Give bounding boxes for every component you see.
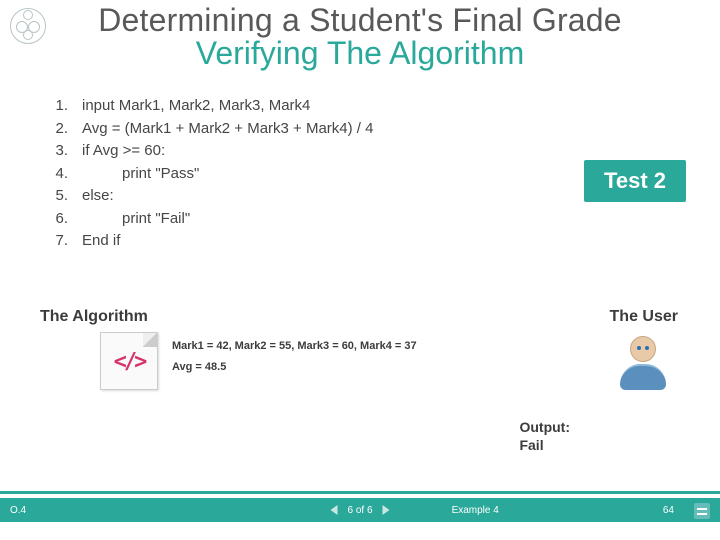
decorative-circles <box>23 30 33 40</box>
execution-trace: Mark1 = 42, Mark2 = 55, Mark3 = 60, Mark… <box>172 336 417 378</box>
next-icon[interactable] <box>383 505 390 515</box>
code-file-icon: </> <box>100 332 158 390</box>
title-line-2: Verifying The Algorithm <box>0 35 720 72</box>
decorative-circles <box>23 10 33 20</box>
output-block: Output: Fail <box>519 418 570 454</box>
user-label: The User <box>610 308 678 326</box>
page-fold-icon <box>143 333 157 347</box>
menu-button-icon[interactable] <box>694 503 710 519</box>
bottom-margin <box>0 522 720 540</box>
accent-strip <box>0 491 720 494</box>
slide-number: 64 <box>663 505 720 516</box>
prev-icon[interactable] <box>330 505 337 515</box>
output-label: Output: <box>519 418 570 436</box>
trace-avg: Avg = 48.5 <box>172 357 417 378</box>
slide-title: Determining a Student's Final Grade Veri… <box>0 0 720 72</box>
title-line-1: Determining a Student's Final Grade <box>0 2 720 39</box>
user-avatar-icon <box>618 336 668 392</box>
trace-inputs: Mark1 = 42, Mark2 = 55, Mark3 = 60, Mark… <box>172 336 417 357</box>
algorithm-label: The Algorithm <box>40 308 148 326</box>
version-label: O.4 <box>0 505 80 516</box>
code-glyph-icon: </> <box>114 350 145 375</box>
algorithm-listing: 1.input Mark1, Mark2, Mark3, Mark4 2.Avg… <box>40 95 510 253</box>
footer-bar: O.4 6 of 6 Example 4 64 <box>0 498 720 522</box>
example-label: Example 4 <box>452 505 499 516</box>
output-value: Fail <box>519 436 570 454</box>
test-badge: Test 2 <box>584 160 686 202</box>
progress-text: 6 of 6 <box>347 505 372 516</box>
progress-nav: 6 of 6 <box>330 505 389 516</box>
